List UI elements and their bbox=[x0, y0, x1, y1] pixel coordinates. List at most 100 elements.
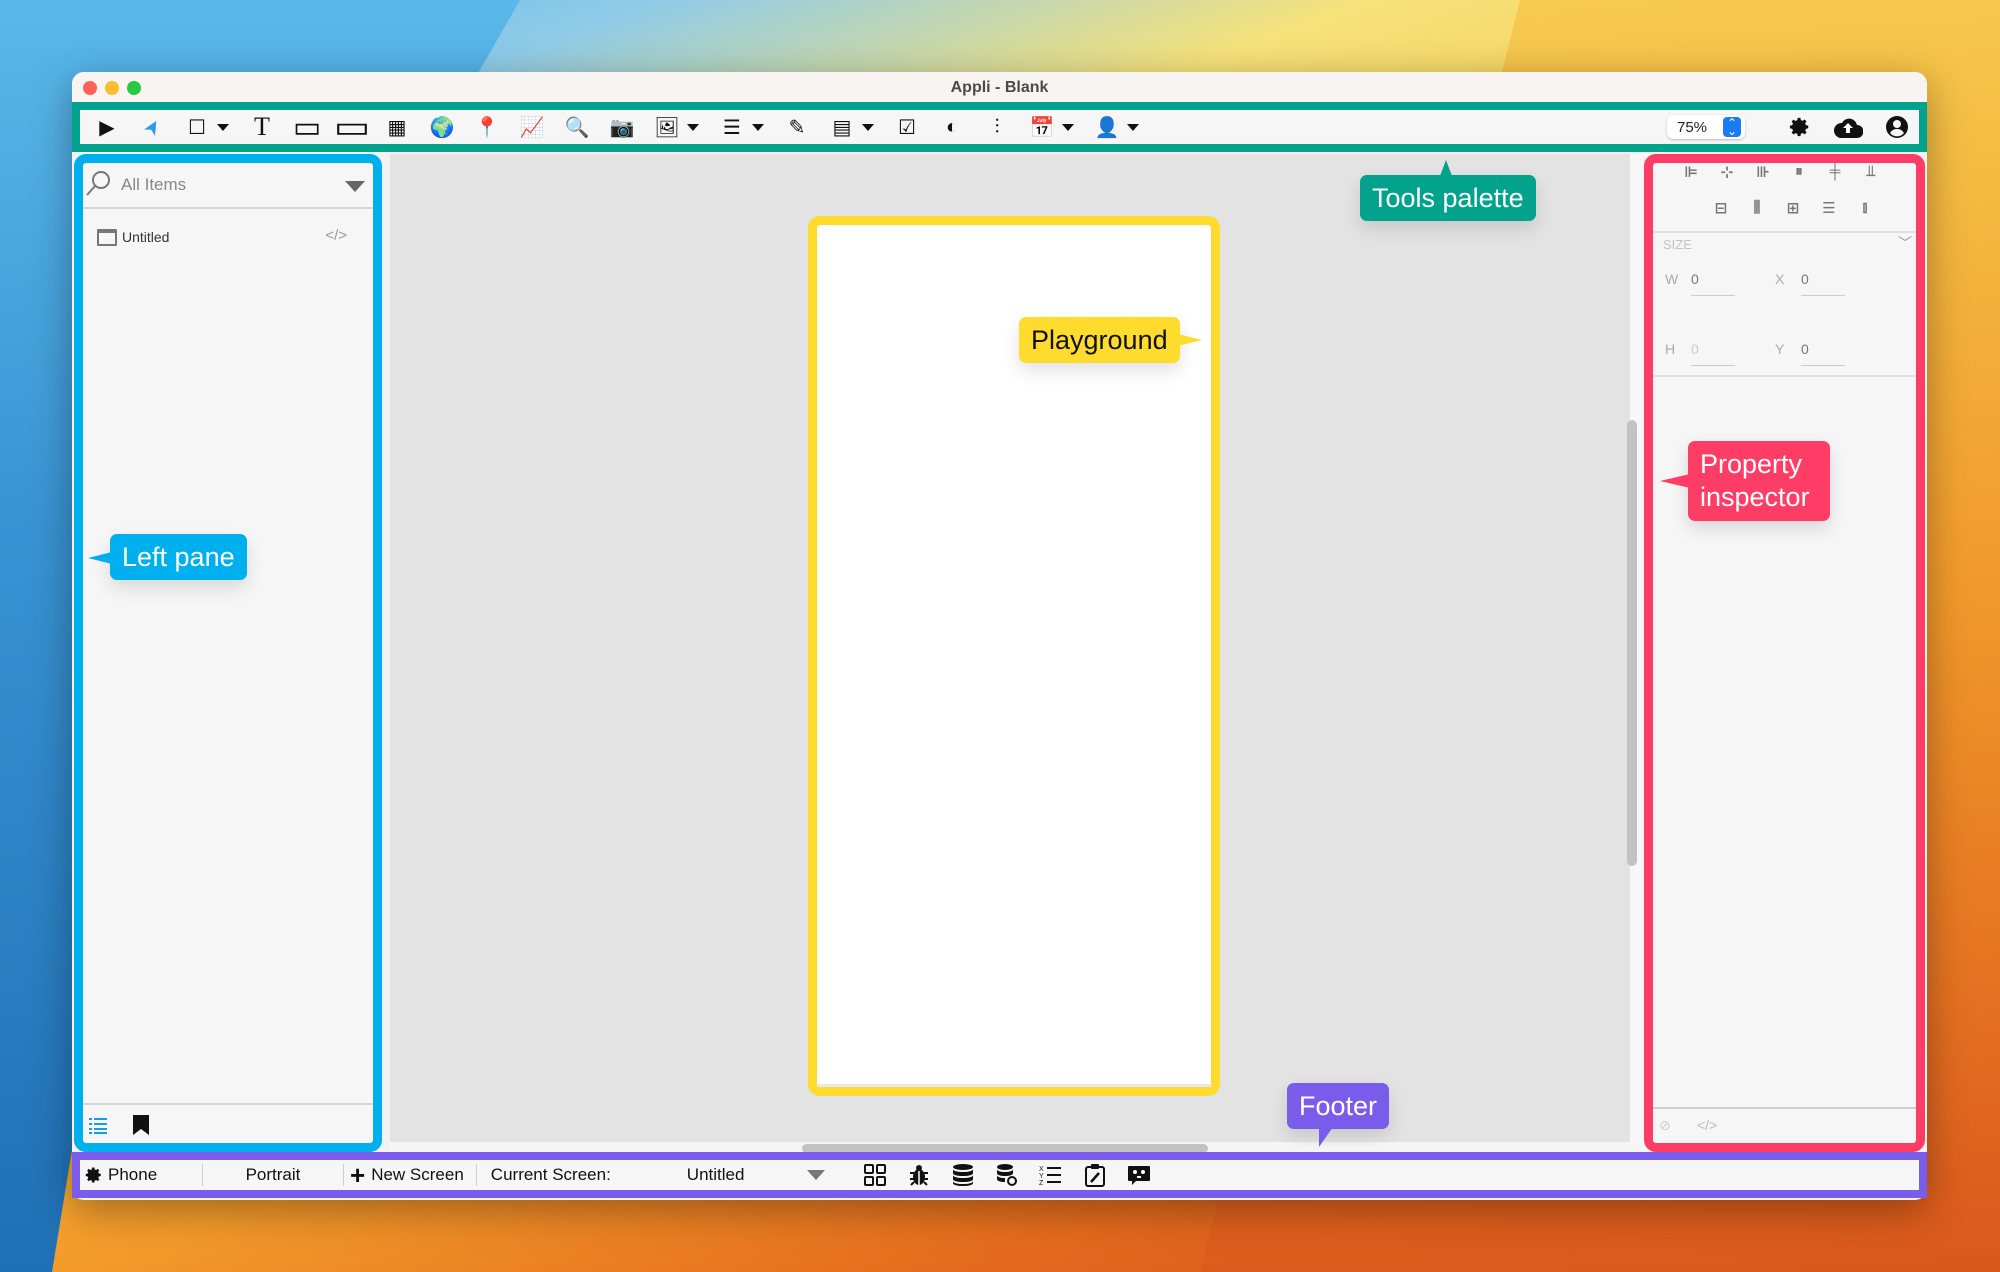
zoom-value: 75% bbox=[1677, 118, 1708, 136]
picker-icon[interactable]: ▤ bbox=[825, 113, 859, 141]
vertical-scroll-thumb[interactable] bbox=[1627, 420, 1637, 866]
map-pin-icon[interactable]: 📍 bbox=[470, 113, 504, 141]
chevron-down-icon[interactable] bbox=[1127, 123, 1139, 131]
chevron-down-icon[interactable] bbox=[217, 123, 229, 131]
tools-palette: ▶ ➤ ☐ T ▭ ▭ ▦ 🌍 📍 📈 🔍 📷 🖼 ☰ ✎ ▤ ☑ ◐ ⫶ 📅 👤 75% ⌃ ⌄ bbox=[72, 102, 1927, 152]
align-option-icon[interactable]: ⊟ bbox=[1703, 199, 1739, 223]
zoom-stepper-icon[interactable]: ⌃ ⌄ bbox=[1723, 117, 1741, 137]
text-icon[interactable]: T bbox=[245, 112, 279, 141]
chart-icon[interactable]: 📈 bbox=[515, 113, 549, 141]
inspector-footer: ⊘ </> bbox=[1653, 1107, 1916, 1143]
width-input[interactable]: 0 bbox=[1691, 271, 1735, 296]
svg-text:Z: Z bbox=[1039, 1180, 1044, 1187]
align-option-icon[interactable]: ☰ bbox=[1811, 199, 1847, 223]
align-option-icon[interactable]: ⫫ bbox=[1853, 163, 1889, 187]
current-screen-select[interactable]: Untitled bbox=[687, 1165, 807, 1185]
align-option-icon[interactable]: ╪ bbox=[1817, 163, 1853, 187]
chevron-down-icon[interactable] bbox=[345, 181, 365, 192]
footer-row: Phone Portrait + New Screen Current Scre… bbox=[80, 1162, 1161, 1188]
size-section-header: SIZE bbox=[1663, 237, 1692, 252]
title-bar: Appli - Blank bbox=[72, 72, 1927, 102]
list-view-icon[interactable] bbox=[89, 1117, 107, 1135]
alignment-row-2: ⊟ ⫼ ⊞ ☰ ⫾ bbox=[1703, 199, 1883, 223]
device-select[interactable]: Phone bbox=[108, 1165, 202, 1185]
account-icon[interactable] bbox=[1885, 115, 1909, 139]
orientation-select[interactable]: Portrait bbox=[203, 1165, 343, 1185]
align-option-icon[interactable]: ⊫ bbox=[1673, 163, 1709, 187]
image-icon[interactable]: 🖼 bbox=[650, 113, 684, 141]
property-inspector: ⊫ ⊹ ⊪ ⏸ ╪ ⫫ ⊟ ⫼ ⊞ ☰ ⫾ SIZE ﹀ W 0 X 0 H 0 Y 0 ⊘ </… bbox=[1644, 154, 1925, 1152]
phone-bottom-edge bbox=[817, 1084, 1211, 1087]
chevron-down-icon[interactable] bbox=[806, 1170, 825, 1180]
new-screen-button[interactable]: + New Screen bbox=[344, 1162, 476, 1188]
left-pane: All Items Untitled </> bbox=[74, 154, 382, 1152]
disabled-icon[interactable]: ⊘ bbox=[1659, 1117, 1671, 1134]
item-filter[interactable]: All Items bbox=[83, 163, 373, 209]
alignment-row-1: ⊫ ⊹ ⊪ ⏸ ╪ ⫫ bbox=[1673, 163, 1889, 187]
database-icon[interactable] bbox=[941, 1163, 985, 1187]
current-screen-label: Current Screen: bbox=[490, 1165, 611, 1184]
gear-icon[interactable] bbox=[1789, 116, 1811, 138]
list-item[interactable]: Untitled </> bbox=[83, 225, 373, 249]
feedback-icon[interactable] bbox=[1117, 1163, 1161, 1187]
web-view-icon[interactable]: 🌍 bbox=[425, 113, 459, 141]
view-icon[interactable]: ☐ bbox=[180, 113, 214, 141]
slider-icon[interactable]: ⫶ bbox=[980, 113, 1014, 141]
bug-icon[interactable] bbox=[897, 1163, 941, 1187]
chevron-down-icon[interactable] bbox=[752, 123, 764, 131]
property-inspector-callout: Property inspector bbox=[1660, 441, 1830, 521]
xyz-list-icon[interactable]: XYZ bbox=[1029, 1163, 1073, 1187]
divider bbox=[1653, 375, 1916, 377]
height-input[interactable]: 0 bbox=[1691, 341, 1735, 366]
chevron-down-icon[interactable] bbox=[687, 123, 699, 131]
calendar-icon[interactable]: 📅 bbox=[1025, 113, 1059, 141]
item-label: Untitled bbox=[122, 229, 170, 245]
clipboard-edit-icon[interactable] bbox=[1073, 1163, 1117, 1187]
cloud-upload-icon[interactable] bbox=[1833, 116, 1863, 138]
list-icon[interactable]: ☰ bbox=[715, 113, 749, 141]
window-title: Appli - Blank bbox=[950, 79, 1049, 96]
chevron-down-icon[interactable] bbox=[1062, 123, 1074, 131]
width-label: W bbox=[1665, 271, 1679, 287]
button-icon[interactable]: ▭ bbox=[290, 111, 324, 144]
new-screen-label: New Screen bbox=[371, 1165, 464, 1184]
camera-icon[interactable]: 📷 bbox=[605, 113, 639, 141]
align-option-icon[interactable]: ⫼ bbox=[1739, 199, 1775, 223]
grid-icon[interactable]: ▦ bbox=[380, 113, 414, 141]
align-option-icon[interactable]: ⏸ bbox=[1781, 163, 1817, 187]
code-icon[interactable]: </> bbox=[325, 227, 347, 244]
toggle-icon[interactable]: ◐ bbox=[935, 113, 969, 141]
left-pane-footer bbox=[83, 1103, 373, 1143]
search-icon[interactable]: 🔍 bbox=[560, 113, 594, 141]
x-input[interactable]: 0 bbox=[1801, 271, 1845, 296]
chevron-down-icon[interactable]: ﹀ bbox=[1898, 233, 1912, 253]
tools-list: ▶ ➤ ☐ T ▭ ▭ ▦ 🌍 📍 📈 🔍 📷 🖼 ☰ ✎ ▤ ☑ ◐ ⫶ 📅 👤 bbox=[90, 111, 1155, 144]
zoom-select[interactable]: 75% ⌃ ⌄ bbox=[1667, 115, 1745, 139]
database-search-icon[interactable] bbox=[985, 1163, 1029, 1187]
edit-icon[interactable]: ✎ bbox=[780, 113, 814, 141]
code-icon[interactable]: </> bbox=[1697, 1117, 1717, 1133]
divider bbox=[1653, 231, 1916, 233]
align-option-icon[interactable]: ⊹ bbox=[1709, 163, 1745, 187]
align-option-icon[interactable]: ⊪ bbox=[1745, 163, 1781, 187]
pointer-icon[interactable]: ➤ bbox=[131, 105, 172, 148]
align-option-icon[interactable]: ⫾ bbox=[1847, 199, 1883, 223]
add-user-icon[interactable]: 👤 bbox=[1090, 113, 1124, 141]
tools-palette-callout: Tools palette bbox=[1360, 160, 1536, 221]
gear-icon[interactable] bbox=[80, 1166, 108, 1184]
search-icon bbox=[86, 171, 110, 196]
toolbar-right: 75% ⌃ ⌄ bbox=[1667, 112, 1909, 142]
screen-icon bbox=[97, 229, 117, 246]
playground-callout: Playground bbox=[1019, 317, 1202, 363]
play-icon[interactable]: ▶ bbox=[90, 113, 124, 141]
filter-label: All Items bbox=[121, 175, 187, 194]
bookmark-icon[interactable] bbox=[133, 1115, 149, 1135]
y-input[interactable]: 0 bbox=[1801, 341, 1845, 366]
align-option-icon[interactable]: ⊞ bbox=[1775, 199, 1811, 223]
chevron-down-icon[interactable] bbox=[862, 123, 874, 131]
grid-layout-icon[interactable] bbox=[853, 1163, 897, 1187]
svg-text:X: X bbox=[1039, 1166, 1044, 1173]
checkbox-icon[interactable]: ☑ bbox=[890, 113, 924, 141]
textfield-icon[interactable]: ▭ bbox=[330, 111, 374, 144]
x-label: X bbox=[1775, 271, 1785, 287]
